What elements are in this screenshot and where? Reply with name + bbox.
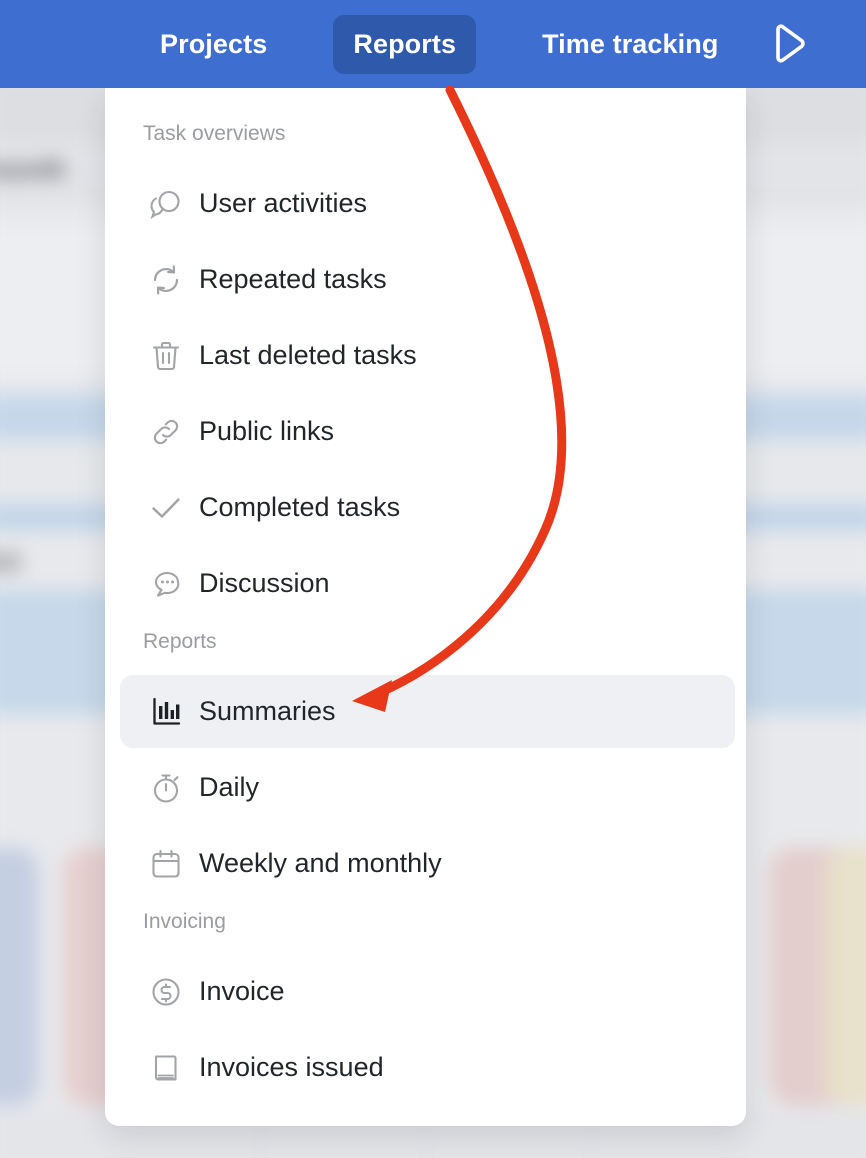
- menu-item-invoice[interactable]: Invoice: [120, 955, 735, 1028]
- play-triangle-icon[interactable]: [766, 21, 812, 67]
- menu-item-repeated-tasks[interactable]: Repeated tasks: [120, 243, 735, 316]
- background-card: [825, 847, 866, 1106]
- background-card: [0, 847, 39, 1106]
- menu-item-weekly-and-monthly[interactable]: Weekly and monthly: [120, 827, 735, 900]
- group-label-invoicing: Invoicing: [143, 910, 226, 933]
- menu-item-last-deleted-tasks[interactable]: Last deleted tasks: [120, 319, 735, 392]
- dollar-circle-icon: [143, 975, 189, 1009]
- background-title-text: and month: [0, 153, 67, 185]
- screen: and month , 2023 Projects Reports Time t…: [0, 0, 866, 1158]
- menu-item-label: Completed tasks: [199, 492, 401, 522]
- menu-item-label: Public links: [199, 416, 335, 446]
- group-label-reports: Reports: [143, 630, 217, 653]
- background-date-text: , 2023: [0, 549, 21, 577]
- menu-item-summaries[interactable]: Summaries: [120, 675, 735, 748]
- bar-chart-icon: [143, 695, 189, 729]
- menu-item-daily[interactable]: Daily: [120, 751, 735, 824]
- reports-dropdown-menu: Task overviews User activities Repeated …: [105, 88, 746, 1126]
- trash-icon: [143, 339, 189, 373]
- menu-item-label: Daily: [199, 772, 260, 802]
- menu-item-label: Last deleted tasks: [199, 340, 417, 370]
- chat-bubble-icon: [143, 567, 189, 601]
- checkmark-icon: [143, 491, 189, 525]
- menu-item-user-activities[interactable]: User activities: [120, 167, 735, 240]
- group-label-task-overviews: Task overviews: [143, 122, 286, 145]
- menu-item-discussion[interactable]: Discussion: [120, 547, 735, 620]
- stopwatch-icon: [143, 771, 189, 805]
- speech-bubbles-icon: [143, 187, 189, 221]
- menu-item-label: Discussion: [199, 568, 330, 598]
- menu-item-label: Summaries: [199, 696, 336, 726]
- menu-item-label: Invoices issued: [199, 1052, 384, 1082]
- menu-item-completed-tasks[interactable]: Completed tasks: [120, 471, 735, 544]
- menu-item-label: Invoice: [199, 976, 285, 1006]
- menu-item-label: Weekly and monthly: [199, 848, 442, 878]
- nav-item-reports[interactable]: Reports: [333, 14, 477, 74]
- nav-item-projects[interactable]: Projects: [140, 15, 287, 74]
- menu-item-invoices-issued[interactable]: Invoices issued: [120, 1031, 735, 1104]
- calendar-icon: [143, 847, 189, 881]
- top-navigation-bar: Projects Reports Time tracking: [0, 0, 866, 88]
- menu-item-label: User activities: [199, 188, 368, 218]
- book-icon: [143, 1051, 189, 1085]
- nav-item-time-tracking[interactable]: Time tracking: [522, 15, 738, 74]
- refresh-cycle-icon: [143, 263, 189, 297]
- menu-item-label: Repeated tasks: [199, 264, 387, 294]
- link-chain-icon: [143, 415, 189, 449]
- menu-item-public-links[interactable]: Public links: [120, 395, 735, 468]
